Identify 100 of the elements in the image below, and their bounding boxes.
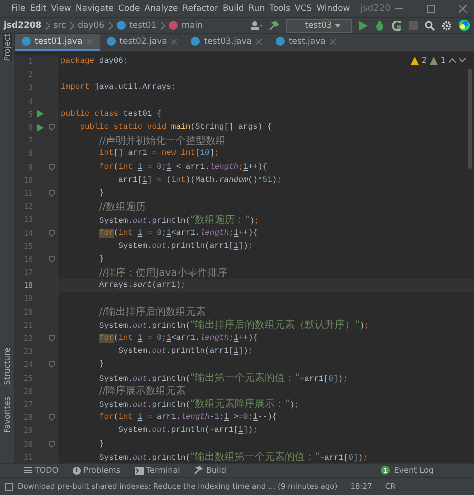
terminal-icon xyxy=(134,466,144,474)
menu-item[interactable]: Run xyxy=(248,4,266,14)
tab-label[interactable]: test.java xyxy=(288,36,326,46)
code-line: Arrays.sort(arr1); xyxy=(98,281,186,290)
code-line: System.out.println(+arr1[i]); xyxy=(118,426,258,436)
code-line: //数组遍历 xyxy=(98,200,146,214)
breadcrumb-item[interactable]: day06 xyxy=(78,20,105,30)
list-icon xyxy=(24,467,32,474)
side-tool-tab[interactable]: Structure xyxy=(2,348,12,385)
tool-window-button[interactable]: Build xyxy=(194,466,226,475)
fold-icon[interactable] xyxy=(49,256,55,263)
warning-icon xyxy=(410,56,419,64)
menu-item[interactable]: Edit xyxy=(30,4,47,14)
search-icon[interactable] xyxy=(425,20,435,30)
fold-icon[interactable] xyxy=(49,335,55,342)
code-line: import java.util.Arrays; xyxy=(61,83,176,92)
code-line: arr1[i] = (int)(Math.random()*51); xyxy=(118,176,282,185)
method-icon xyxy=(168,21,178,30)
breadcrumb-item[interactable]: jsd2208 xyxy=(4,20,42,30)
fold-icon[interactable] xyxy=(49,190,55,197)
menu-item[interactable]: VCS xyxy=(295,4,312,14)
code-line: System.out.println("输出第一个元素的值："+arr1[0]); xyxy=(98,372,348,386)
editor-tab[interactable]: test03.java xyxy=(184,34,269,51)
code-line: for(int i = arr1.length-1;i >=0;i--){ xyxy=(98,413,278,422)
code-line: System.out.println("输出数组第一个元素的值："+arr1[0]); xyxy=(98,450,368,463)
window-title: jsd220 xyxy=(360,4,391,14)
chevron-icon xyxy=(160,22,165,30)
tool-window-button[interactable]: Problems xyxy=(72,466,121,475)
code-line: //降序展示数组元素 xyxy=(98,384,186,398)
menu-item[interactable]: Navigate xyxy=(76,4,114,14)
menu-item[interactable]: File xyxy=(12,4,26,14)
menu-item[interactable]: Build xyxy=(222,4,244,14)
menu-item[interactable]: Refactor xyxy=(182,4,218,14)
code-line: System.out.println("数组遍历："); xyxy=(98,214,260,227)
run-icon[interactable] xyxy=(36,110,44,118)
user-icon[interactable] xyxy=(251,21,262,30)
editor-tab[interactable]: test.java xyxy=(268,34,343,51)
side-tool-tab[interactable]: Favorites xyxy=(2,396,12,433)
coverage-icon[interactable] xyxy=(392,20,402,30)
tool-window-button[interactable]: TODO xyxy=(24,466,59,475)
code-line: System.out.println("输出排序后的数组元素（默认升序）"); xyxy=(98,318,370,332)
code-line: public static void main(String[] args) { xyxy=(79,123,272,132)
code-line: } xyxy=(98,188,104,198)
code-line: package day06; xyxy=(61,57,128,66)
tab-label[interactable]: test01.java xyxy=(35,36,83,46)
fold-icon[interactable] xyxy=(49,164,55,171)
code-line: } xyxy=(98,254,104,264)
fold-icon[interactable] xyxy=(49,414,55,422)
code-line: for(int i = 0;i<arr1.length;i++){ xyxy=(98,334,258,344)
hammer-icon[interactable] xyxy=(269,20,280,30)
run-config-dropdown[interactable]: test03 xyxy=(286,18,352,32)
chevron-icon xyxy=(46,22,50,30)
bug-icon[interactable] xyxy=(375,20,385,30)
close-icon[interactable] xyxy=(459,4,468,12)
run-icon[interactable] xyxy=(359,20,368,30)
code-line: //输出排序后的数组元素 xyxy=(98,306,206,320)
fold-icon[interactable] xyxy=(49,361,55,368)
chevron-icon xyxy=(70,22,74,30)
settings-icon[interactable] xyxy=(442,20,452,30)
menu-item[interactable]: Analyze xyxy=(144,4,178,14)
menu-item[interactable]: Window xyxy=(316,4,350,14)
tab-label[interactable]: test02.java xyxy=(120,36,168,46)
toolbox-icon[interactable] xyxy=(459,20,470,31)
weak-warning-icon xyxy=(430,56,438,64)
fold-icon[interactable] xyxy=(49,230,55,237)
warning-icon xyxy=(72,466,81,474)
breadcrumb-item[interactable]: main xyxy=(182,20,203,30)
fold-icon[interactable] xyxy=(49,440,55,448)
code-line: //声明并初始化一个整型数组 xyxy=(98,134,226,148)
tool-window-button[interactable]: Terminal xyxy=(134,466,180,475)
warning-count: 2 xyxy=(422,56,427,65)
code-line: public class test01 { xyxy=(61,110,162,119)
code-line: System.out.println("数组元素降序展示："); xyxy=(98,398,300,412)
close-icon[interactable] xyxy=(256,38,262,44)
menu-item[interactable]: Code xyxy=(118,4,140,14)
caret-icon xyxy=(335,24,341,28)
code-line: //排序：使用Java小零件排序 xyxy=(98,266,228,280)
class-icon xyxy=(22,37,31,46)
code-line: } xyxy=(98,360,104,370)
menu-item[interactable]: View xyxy=(51,4,72,14)
breadcrumb-item[interactable]: test01 xyxy=(130,20,157,30)
weak-warning-count: 1 xyxy=(440,56,446,65)
breadcrumb-item[interactable]: src xyxy=(54,20,66,30)
run-icon[interactable] xyxy=(36,124,44,132)
class-icon xyxy=(191,37,200,46)
chevron-icon xyxy=(108,22,113,30)
maximize-icon[interactable] xyxy=(427,4,436,12)
close-icon[interactable] xyxy=(330,38,336,44)
hammer-icon xyxy=(194,466,204,475)
menu-item[interactable]: Tools xyxy=(270,4,291,14)
project-tool-tab[interactable]: Project xyxy=(2,34,12,62)
code-line: } xyxy=(98,440,104,449)
code-line: for(int i = 0;i < arr1.length;i++){ xyxy=(98,162,268,172)
tab-label[interactable]: test03.java xyxy=(204,36,252,46)
status-box-icon[interactable] xyxy=(5,482,13,490)
fold-icon[interactable] xyxy=(49,124,55,132)
close-icon[interactable] xyxy=(171,38,178,44)
editor-tab[interactable]: test01.java xyxy=(15,34,100,51)
editor-tab[interactable]: test02.java xyxy=(100,34,184,51)
code-line: System.out.println(arr1[i]); xyxy=(118,347,254,356)
